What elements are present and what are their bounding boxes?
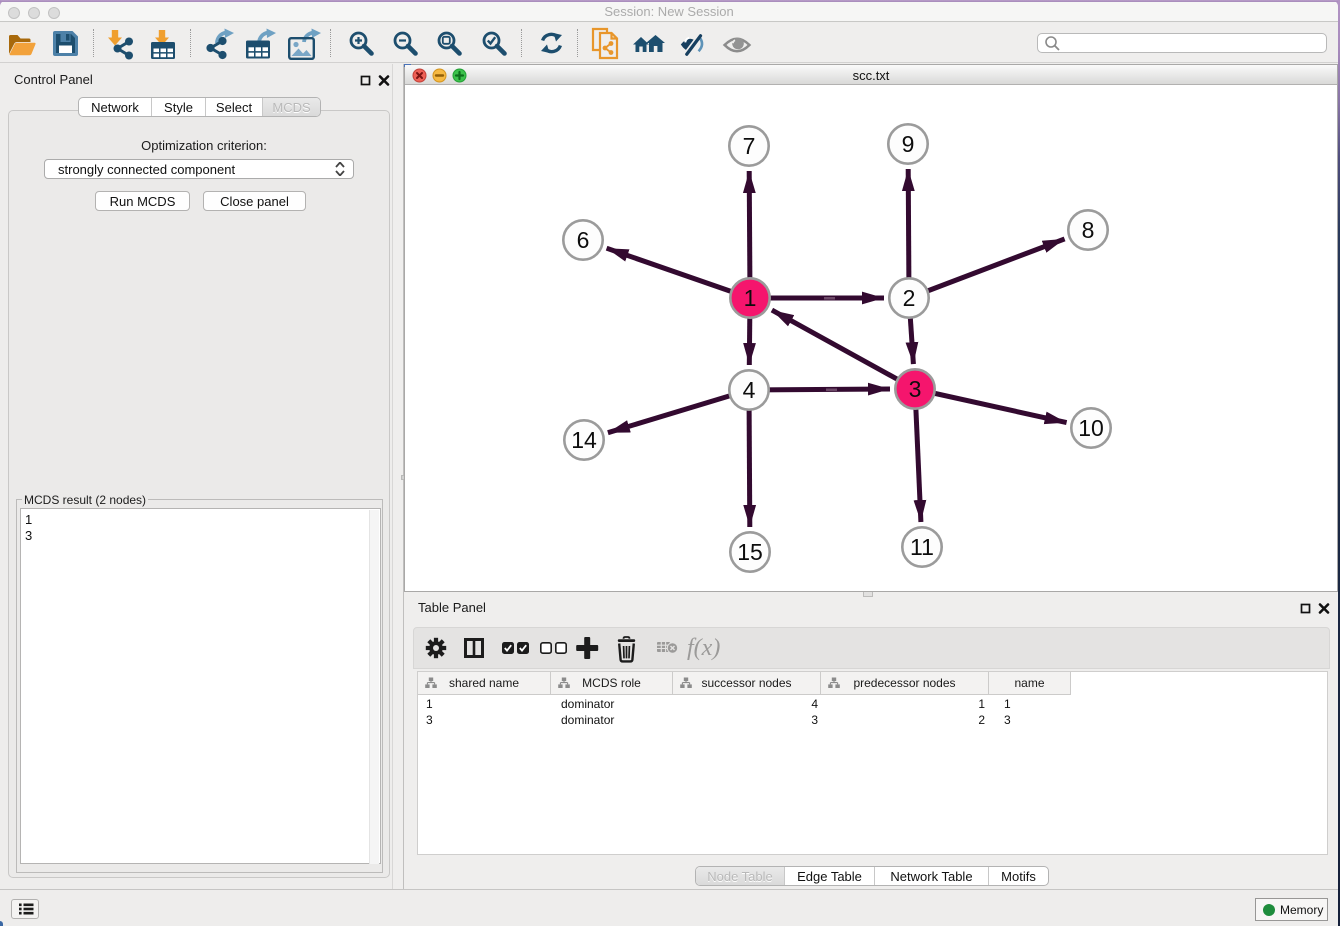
svg-text:1: 1 (744, 285, 757, 311)
svg-text:8: 8 (1082, 217, 1095, 243)
svg-text:7: 7 (743, 133, 756, 159)
svg-text:11: 11 (910, 534, 934, 560)
svg-text:f(x): f(x) (687, 635, 720, 661)
svg-text:2: 2 (903, 285, 916, 311)
svg-text:10: 10 (1078, 415, 1104, 441)
svg-text:14: 14 (571, 427, 597, 453)
svg-text:15: 15 (737, 539, 763, 565)
svg-text:4: 4 (743, 377, 756, 403)
svg-text:9: 9 (902, 131, 915, 157)
svg-text:3: 3 (909, 376, 922, 402)
svg-text:6: 6 (577, 227, 590, 253)
